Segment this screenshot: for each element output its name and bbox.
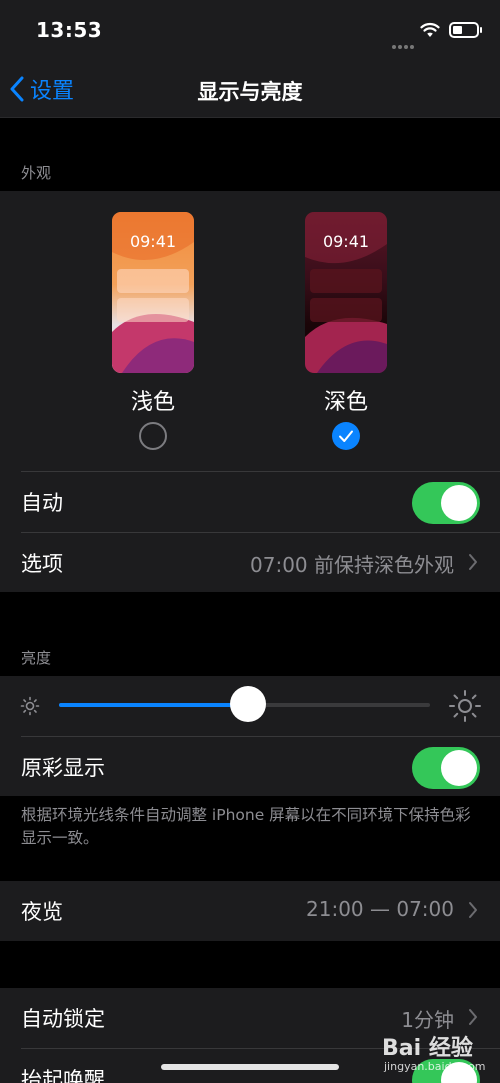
wifi-icon [420, 22, 440, 37]
brightness-slider-fill [59, 703, 249, 707]
watermark-url: jingyan.baidu.com [384, 1060, 486, 1073]
auto-lock-label: 自动锁定 [21, 1007, 105, 1031]
preview-card [117, 269, 189, 293]
nav-bar: 设置 显示与亮度 [0, 60, 500, 118]
night-shift-label: 夜览 [21, 900, 63, 924]
dark-mode-label: 深色 [323, 390, 368, 415]
home-indicator[interactable] [161, 1064, 339, 1070]
true-tone-row: 原彩显示 [0, 737, 500, 797]
true-tone-footnote: 根据环境光线条件自动调整 iPhone 屏幕以在不同环境下保持色彩显示一致。 [21, 806, 471, 847]
light-mode-preview[interactable]: 09:41 [112, 212, 194, 373]
checkmark-icon [339, 430, 353, 442]
options-value: 07:00 前保持深色外观 [250, 553, 454, 577]
dark-mode-radio[interactable] [332, 422, 360, 450]
chevron-right-icon [469, 1009, 477, 1025]
chevron-right-icon [469, 554, 477, 570]
chevron-right-icon [469, 902, 477, 918]
night-shift-value: 21:00 — 07:00 [306, 897, 454, 921]
options-label: 选项 [21, 552, 63, 576]
sun-large-icon [449, 690, 481, 722]
appearance-options-row[interactable]: 选项 07:00 前保持深色外观 [0, 533, 500, 593]
auto-appearance-row: 自动 [0, 472, 500, 532]
true-tone-toggle[interactable] [412, 747, 480, 789]
page-title: 显示与亮度 [197, 80, 303, 104]
true-tone-label: 原彩显示 [21, 756, 105, 780]
section-header-appearance: 外观 [21, 164, 52, 182]
light-mode-radio[interactable] [139, 422, 167, 450]
auto-appearance-label: 自动 [21, 491, 63, 515]
section-header-brightness: 亮度 [21, 649, 52, 667]
signal-dots-icon [392, 34, 416, 53]
preview-card [117, 298, 189, 322]
sun-small-icon [20, 696, 40, 716]
light-preview-time: 09:41 [129, 232, 177, 251]
auto-appearance-toggle[interactable] [412, 482, 480, 524]
auto-lock-value: 1分钟 [401, 1008, 454, 1032]
brightness-slider-thumb[interactable] [230, 686, 267, 722]
raise-to-wake-label: 抬起唤醒 [21, 1068, 105, 1083]
preview-card [310, 298, 382, 322]
status-time: 13:53 [36, 18, 103, 42]
status-bar: 13:53 [0, 0, 500, 60]
battery-icon [449, 22, 482, 38]
night-shift-row[interactable]: 夜览 21:00 — 07:00 [0, 881, 500, 941]
preview-card [310, 269, 382, 293]
watermark-logo: Bai 经验 [382, 1036, 473, 1061]
dark-preview-time: 09:41 [322, 232, 370, 251]
light-mode-label: 浅色 [130, 390, 175, 415]
dark-mode-preview[interactable]: 09:41 [305, 212, 387, 373]
